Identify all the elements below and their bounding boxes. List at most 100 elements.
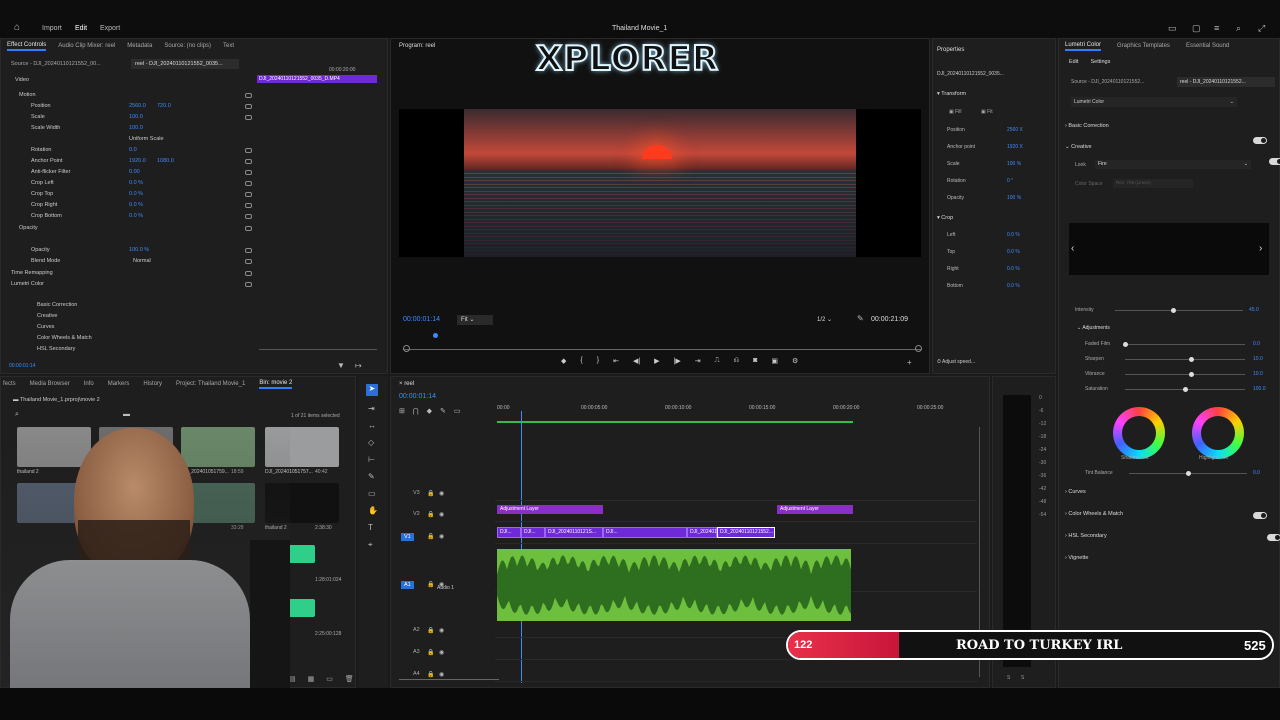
effect-row[interactable]: Anti-flicker Filter 0.00 (1, 167, 252, 177)
marker-icon[interactable]: ◆ (561, 357, 566, 369)
trash-icon[interactable]: 🗑 (345, 675, 354, 683)
track-header[interactable]: A1 (401, 581, 414, 589)
lumetri-section-toggle[interactable] (1253, 512, 1267, 519)
track-select-icon[interactable]: ⇥ (368, 404, 375, 413)
effect-row-value[interactable]: 0.0 (129, 147, 137, 153)
effect-row-value[interactable]: 0.0 % (129, 191, 143, 197)
export-frame-icon[interactable]: ↦ (355, 361, 362, 370)
effect-row[interactable]: Motion (1, 90, 252, 100)
property-value[interactable]: 1920 X (1007, 144, 1023, 150)
extract-icon[interactable]: ⎌ (734, 357, 740, 369)
lock-icon[interactable]: 🔒 (427, 627, 434, 634)
nav-import[interactable]: Import (42, 25, 62, 32)
menu-icon[interactable]: ≡ (1214, 23, 1219, 33)
fit-option[interactable]: ▣ Fit (981, 109, 993, 115)
ec-clip-bar[interactable]: DJI_20240110121552_0035_D.MP4 (257, 75, 377, 83)
highlight-tint-wheel[interactable] (1192, 407, 1244, 459)
subtab-edit[interactable]: Edit (1069, 59, 1078, 65)
scrub-start-handle[interactable] (403, 345, 410, 352)
step-back-icon[interactable]: ◀| (633, 357, 640, 369)
effect-row[interactable]: Scale Width 100.0 (1, 123, 251, 133)
resolution-dropdown[interactable]: 1/2 ⌄ (817, 316, 832, 323)
effect-row-value[interactable]: Normal (133, 258, 151, 264)
effect-row[interactable]: Scale 100.0 (1, 112, 252, 122)
icon-view-icon[interactable]: ▦ (308, 675, 315, 683)
adjustment-slider[interactable] (1123, 342, 1245, 347)
effect-row[interactable]: Color Wheels & Match (1, 333, 251, 343)
filter-icon[interactable]: ▼ (337, 361, 345, 370)
panel-icon[interactable]: ▢ (1192, 23, 1201, 34)
effect-row-value[interactable]: 2560.0 (129, 103, 146, 109)
transform-section[interactable]: ▾ Transform (937, 91, 966, 97)
effect-row[interactable]: Crop Right 0.0 % (1, 200, 252, 210)
effect-row[interactable]: Position 2560.0 720.0 (1, 101, 252, 111)
captions-icon[interactable]: ▭ (454, 407, 461, 415)
track-header[interactable]: A4 (413, 671, 420, 677)
toggle-output-icon[interactable]: ◉ (439, 627, 444, 634)
nav-edit[interactable]: Edit (75, 25, 87, 32)
lumetri-source[interactable]: Source - DJI_20240110121552... (1071, 79, 1144, 85)
reset-icon[interactable] (245, 180, 252, 186)
chevron-right-icon[interactable]: › (1259, 243, 1262, 254)
hand-icon[interactable]: ✋ (368, 506, 378, 515)
lumetri-section[interactable]: › Vignette (1065, 555, 1088, 561)
lumetri-section-toggle[interactable] (1267, 534, 1280, 541)
basic-correction-toggle[interactable] (1253, 137, 1267, 144)
meter-solo-label[interactable]: S (1021, 675, 1024, 681)
intensity-slider[interactable] (1115, 308, 1243, 313)
fill-option[interactable]: ▣ Fill (949, 109, 962, 115)
lock-icon[interactable]: 🔒 (427, 671, 434, 678)
new-item-icon[interactable]: ▭ (326, 675, 333, 683)
out-point-icon[interactable]: } (597, 357, 599, 369)
play-icon[interactable]: ▶ (654, 357, 659, 369)
effect-row-value[interactable]: 0.0 % (129, 202, 143, 208)
scrub-end-handle[interactable] (915, 345, 922, 352)
intensity-knob[interactable] (1170, 308, 1176, 313)
video-clip[interactable]: DJI_20240110121552... (717, 527, 775, 538)
color-space-dropdown[interactable]: Rec. 709 (Linear) (1113, 179, 1193, 188)
effect-row-value[interactable]: 100.0 (129, 114, 143, 120)
snap-icon[interactable]: ⊞ (399, 407, 405, 415)
step-forward-icon[interactable]: |▶ (674, 357, 681, 369)
add-button-icon[interactable]: + (907, 358, 912, 367)
effect-row-value[interactable]: 100.0 (129, 125, 143, 131)
time-ruler[interactable]: 00:00 00:00:05:00 00:00:10:00 00:00:15:00 00… (497, 405, 977, 419)
tab-bin[interactable]: Bin: movie 2 (259, 380, 293, 389)
timeline-timecode[interactable]: 00:00:01:14 (399, 393, 436, 400)
shadow-tint-wheel[interactable] (1113, 407, 1165, 459)
adjustment-knob[interactable] (1123, 342, 1128, 347)
reset-icon[interactable] (245, 225, 252, 231)
lock-icon[interactable]: 🔒 (427, 490, 434, 497)
adjustment-slider[interactable] (1125, 387, 1245, 392)
in-point-icon[interactable]: { (580, 357, 582, 369)
chevron-left-icon[interactable]: ‹ (1071, 243, 1074, 254)
effect-row[interactable]: HSL Secondary (1, 344, 251, 354)
program-title[interactable]: Program: reel (399, 43, 435, 49)
reset-icon[interactable] (245, 147, 252, 153)
tab-essential-sound[interactable]: Essential Sound (1186, 43, 1229, 49)
section-basic-correction[interactable]: › Basic Correction (1065, 123, 1109, 129)
tint-balance-slider[interactable] (1129, 471, 1247, 476)
effect-row-value[interactable]: 0.00 (129, 169, 140, 175)
program-timecode[interactable]: 00:00:01:14 (403, 316, 440, 323)
marker-add-icon[interactable]: ◆ (427, 407, 432, 415)
adjustment-layer-clip[interactable]: Adjustment Layer (497, 505, 603, 514)
tab-lumetri[interactable]: Lumetri Color (1065, 42, 1102, 51)
toggle-output-icon[interactable]: ◉ (439, 511, 444, 518)
adjustment-knob[interactable] (1189, 357, 1194, 362)
reset-icon[interactable] (245, 169, 252, 175)
toggle-output-icon[interactable]: ◉ (439, 649, 444, 656)
audio-clip-a1[interactable] (497, 549, 851, 621)
playhead-marker[interactable] (433, 333, 438, 338)
effect-row-value[interactable]: 0.0 % (129, 180, 143, 186)
go-to-in-icon[interactable]: ⇤ (613, 357, 619, 369)
reset-icon[interactable] (245, 158, 252, 164)
effect-row[interactable]: Curves (1, 322, 251, 332)
intensity-value[interactable]: 45.0 (1249, 307, 1259, 313)
crop-value[interactable]: 0.0 % (1007, 249, 1020, 255)
camera-icon[interactable]: ◙ (753, 357, 757, 369)
effect-row-value-2[interactable]: 720.0 (157, 103, 171, 109)
home-icon[interactable]: ⌂ (14, 22, 20, 33)
effect-row[interactable]: Crop Top 0.0 % (1, 189, 252, 199)
razor-icon[interactable]: ◇ (368, 438, 374, 447)
